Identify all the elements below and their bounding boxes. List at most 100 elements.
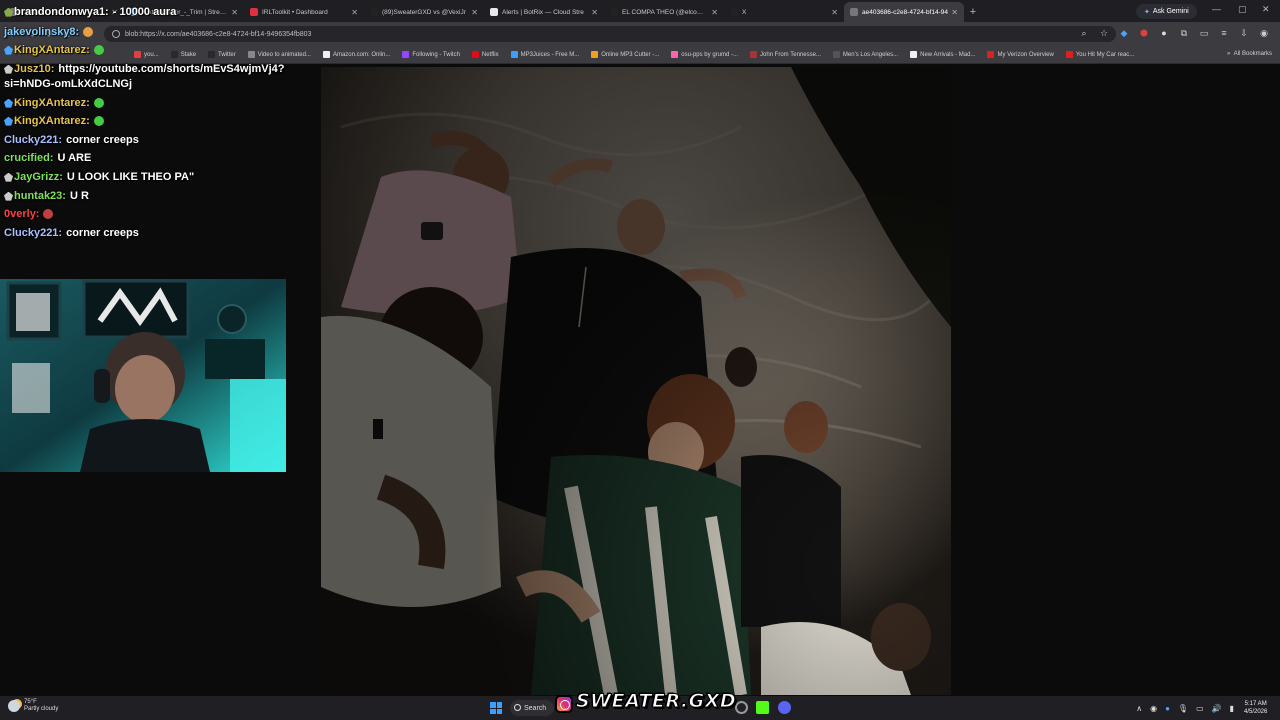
chat-message: si=hNDG-omLkXdCLNGj (4, 78, 132, 90)
bookmark-item[interactable]: New Arrivals - Mad... (910, 51, 975, 58)
chat-emote-icon (43, 209, 54, 220)
chat-username[interactable]: huntak23: (14, 190, 66, 202)
browser-tab[interactable]: X ✕ (724, 2, 844, 22)
kick-app-icon[interactable] (756, 701, 769, 714)
chat-badge-icon (4, 7, 13, 17)
extension-icon[interactable]: ● (1158, 27, 1170, 39)
minimize-icon[interactable]: — (1212, 4, 1221, 14)
volume-icon[interactable]: 🔊 (1212, 704, 1222, 713)
tab-title: ae403686-c2e8-4724-bf14-94 (862, 8, 949, 16)
chat-username[interactable]: jakevolinsky8: (4, 26, 79, 38)
bookmark-item[interactable]: Online MP3 Cutter -... (591, 51, 659, 58)
chat-username[interactable]: 0verly: (4, 208, 39, 220)
browser-tab[interactable]: ae403686-c2e8-4724-bf14-94 ✕ (844, 2, 964, 22)
discord-icon[interactable] (778, 701, 791, 714)
chat-username[interactable]: crucified: (4, 152, 54, 164)
chat-username[interactable]: Jusz10: (14, 63, 54, 75)
bookmark-label: osu-pps by grumd -... (681, 51, 738, 58)
bookmark-item[interactable]: Netflix (471, 51, 499, 58)
tab-close-icon[interactable]: ✕ (711, 8, 718, 17)
browser-tab[interactable]: Alerts | BotRix — Cloud Stre ✕ (484, 2, 604, 22)
chat-message: JayGrizz: U LOOK LIKE THEO PA" (4, 171, 194, 183)
download-icon[interactable]: ⇩ (1238, 27, 1250, 39)
chat-badge-icon (4, 98, 13, 108)
tab-close-icon[interactable]: ✕ (951, 8, 958, 17)
bookmark-label: Amazon.com: Onlin... (332, 51, 391, 58)
chat-message: 0verly: (4, 208, 54, 220)
zoom-icon[interactable]: ⌕ (1078, 27, 1090, 39)
tab-close-icon[interactable]: ✕ (471, 8, 478, 17)
tray-overflow-icon[interactable]: ∧ (1136, 704, 1142, 713)
tab-favicon-icon (490, 8, 498, 16)
bookmark-label: New Arrivals - Mad... (920, 51, 976, 58)
chat-username[interactable]: JayGrizz: (14, 171, 63, 183)
weather-text: 75°F Partly cloudy (24, 699, 58, 713)
weather-widget[interactable]: 75°F Partly cloudy (8, 699, 58, 713)
tray-app-icon[interactable]: ● (1165, 704, 1170, 713)
browser-tab[interactable]: (89)SweaterGXD vs @VexiJr ✕ (364, 2, 484, 22)
bookmark-item[interactable]: MP3Juices - Free M... (510, 51, 580, 58)
app-icon[interactable] (735, 701, 748, 714)
bookmark-item[interactable]: osu-pps by grumd -... (671, 51, 738, 58)
taskbar-search[interactable]: Search (510, 700, 554, 716)
chat-message: jakevolinsky8: (4, 26, 94, 38)
ask-gemini-button[interactable]: ✦ Ask Gemini (1136, 4, 1197, 19)
chat-message: KingXAntarez: (4, 44, 104, 56)
battery-icon[interactable]: ▮ (1230, 704, 1234, 713)
chat-username[interactable]: brandondonwya1: (14, 6, 109, 18)
chat-message: KingXAntarez: (4, 115, 104, 127)
bookmark-favicon-icon (987, 51, 995, 58)
bookmark-favicon-icon (910, 51, 918, 58)
bookmark-favicon-icon (510, 51, 518, 58)
chat-text: U LOOK LIKE THEO PA" (66, 171, 195, 183)
clock-date: 4/5/2026 (1244, 709, 1268, 715)
tab-close-icon[interactable]: ✕ (351, 8, 358, 17)
bookmark-label: MP3Juices - Free M... (520, 51, 580, 58)
bookmark-item[interactable]: John From Tennesse... (750, 51, 821, 58)
chat-text: - 10000 aura (112, 6, 177, 18)
bookmark-item[interactable]: Amazon.com: Onlin... (322, 51, 391, 58)
maximize-icon[interactable]: ▢ (1238, 4, 1247, 15)
network-icon[interactable]: ▭ (1196, 704, 1204, 713)
tab-close-icon[interactable]: ✕ (831, 8, 838, 17)
chat-username[interactable]: KingXAntarez: (14, 97, 90, 109)
search-icon (514, 704, 521, 711)
chat-username[interactable]: Clucky221: (4, 134, 62, 146)
windows-start-icon[interactable] (490, 702, 502, 714)
ask-gemini-label: Ask Gemini (1152, 8, 1189, 15)
chat-username[interactable]: KingXAntarez: (14, 115, 90, 127)
chat-message: KingXAntarez: (4, 97, 104, 109)
profile-icon[interactable]: ◉ (1258, 27, 1270, 39)
bookmark-favicon-icon (671, 51, 679, 58)
extension-icon[interactable]: ⬢ (1138, 27, 1150, 39)
taskbar-clock[interactable]: 5:17 AM 4/5/2026 (1244, 700, 1267, 716)
chat-text: si=hNDG-omLkXdCLNGj (4, 78, 133, 90)
chat-badge-icon (4, 191, 13, 201)
close-window-icon[interactable]: ✕ (1262, 4, 1270, 15)
new-tab-icon[interactable]: + (964, 2, 982, 22)
media-icon[interactable]: ≡ (1218, 27, 1230, 39)
chat-username[interactable]: Clucky221: (4, 227, 62, 239)
bookmark-item[interactable]: You Hit My Car reac... (1065, 51, 1134, 58)
tab-close-icon[interactable]: ✕ (591, 8, 598, 17)
chat-message: crucified: U ARE (4, 152, 91, 164)
chat-username[interactable]: KingXAntarez: (14, 44, 90, 56)
bookmark-star-icon[interactable]: ☆ (1098, 27, 1110, 39)
chat-emote-icon (83, 27, 94, 38)
partly-cloudy-icon (8, 700, 20, 712)
chat-message: huntak23: U R (4, 190, 89, 202)
microphone-icon[interactable]: 🎙 (1178, 704, 1188, 713)
bookmark-item[interactable]: My Verizon Overview (987, 51, 1054, 58)
extension-icon[interactable]: ◆ (1118, 27, 1130, 39)
party-photo-image (321, 67, 951, 695)
browser-tab[interactable]: EL COMPA THEO (@elcompa) ✕ (604, 2, 724, 22)
all-bookmarks[interactable]: » All Bookmarks (1227, 51, 1272, 57)
bookmark-label: Online MP3 Cutter -... (601, 51, 660, 58)
split-view-icon[interactable]: ▭ (1198, 27, 1210, 39)
extensions-puzzle-icon[interactable]: ⧉ (1178, 27, 1190, 39)
chat-emote-icon (93, 116, 104, 127)
tab-title: Alerts | BotRix — Cloud Stre (502, 8, 584, 16)
tray-app-icon[interactable]: ◉ (1150, 704, 1157, 713)
bookmark-item[interactable]: Men's Los Angeles... (832, 51, 898, 58)
bookmark-item[interactable]: Following - Twitch (402, 51, 460, 58)
